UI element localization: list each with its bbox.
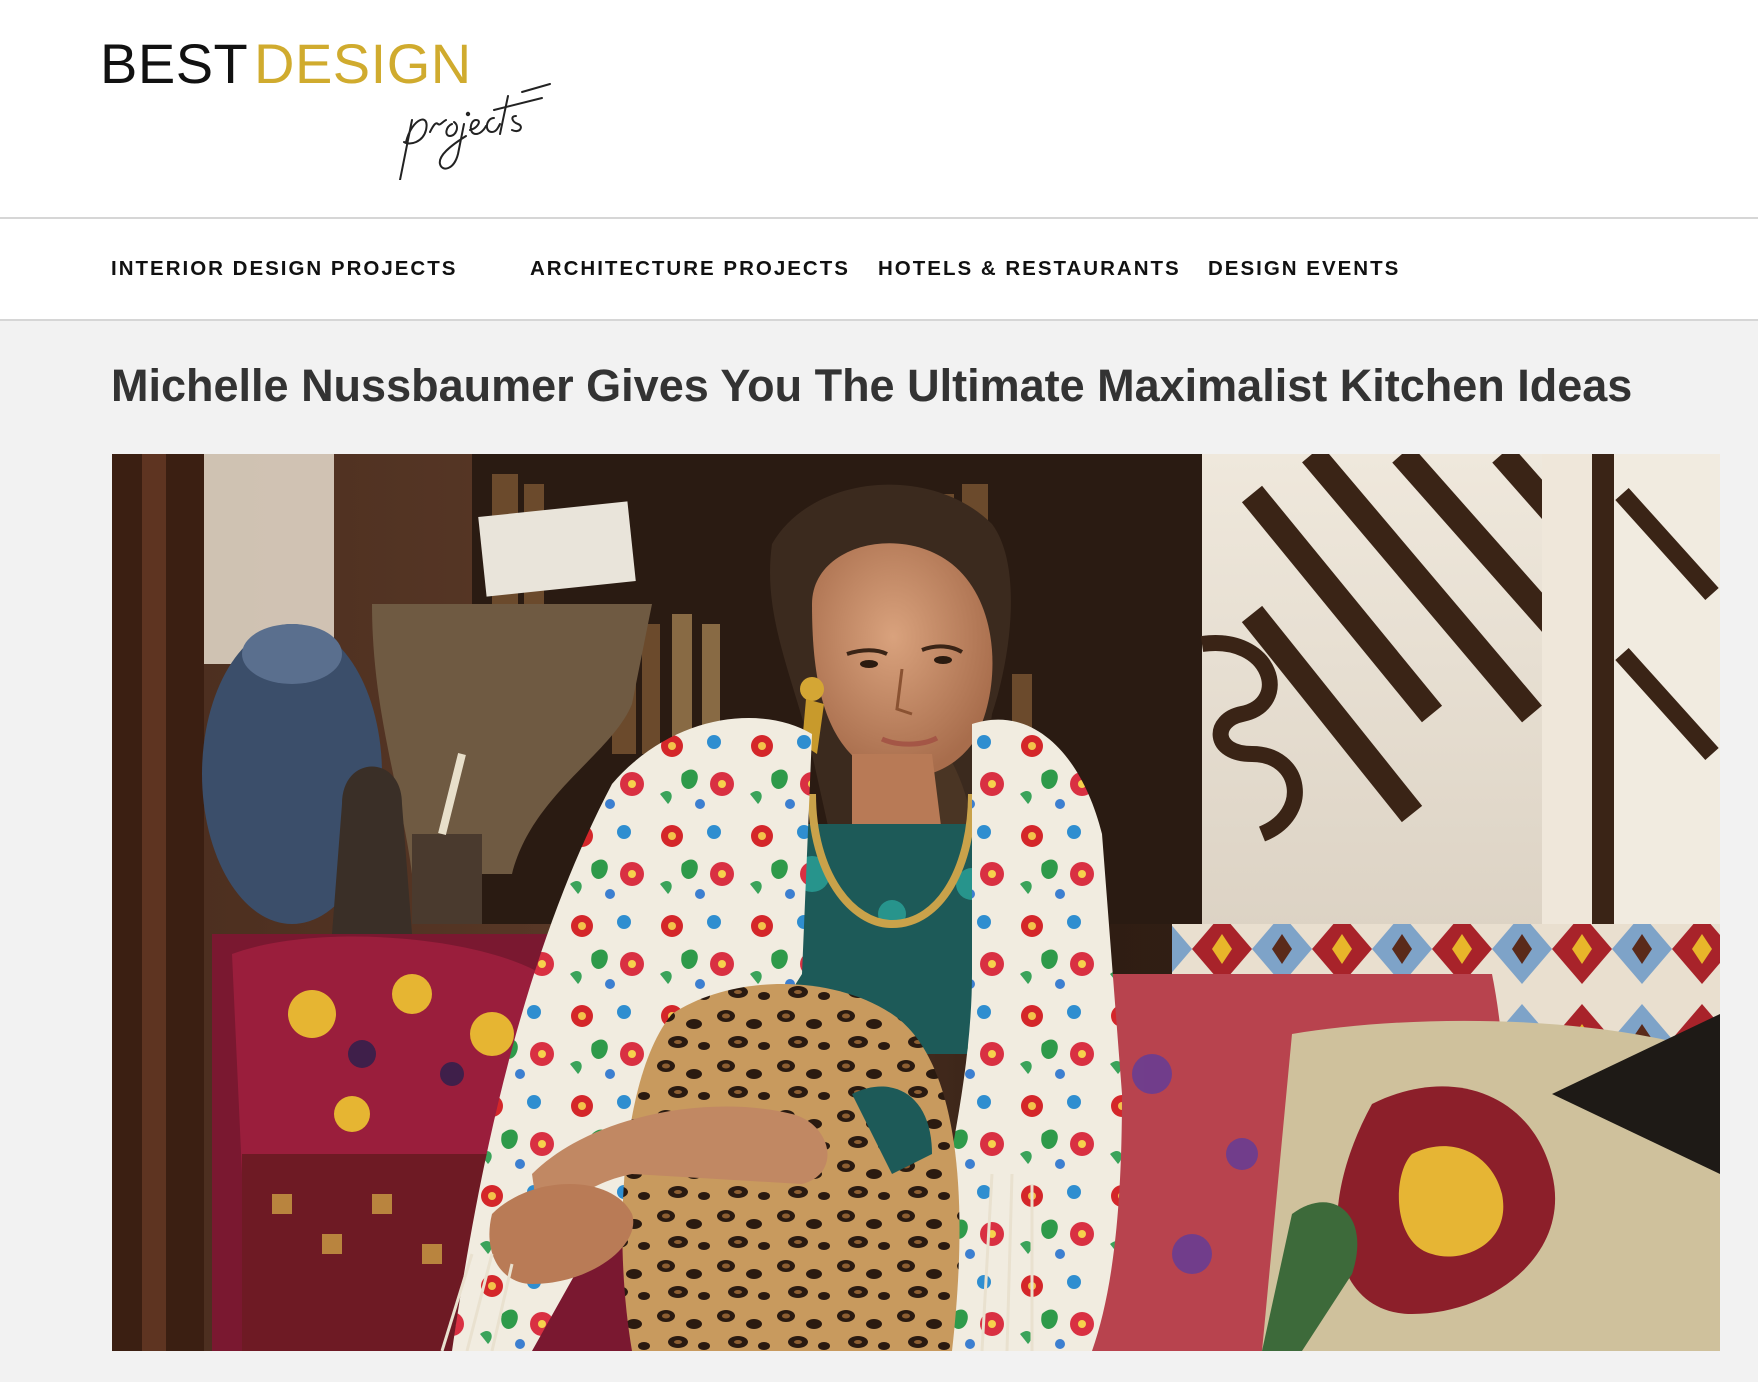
article-title: Michelle Nussbaumer Gives You The Ultima… bbox=[111, 360, 1633, 411]
nav-item-interior-design-projects[interactable]: INTERIOR DESIGN PROJECTS bbox=[111, 219, 457, 319]
nav-item-hotels-restaurants[interactable]: HOTELS & RESTAURANTS bbox=[878, 219, 1181, 319]
hero-photo-illustration bbox=[112, 454, 1720, 1351]
site-logo[interactable]: BEST DESIGN bbox=[100, 30, 560, 180]
hero-image bbox=[112, 454, 1720, 1351]
main-nav: INTERIOR DESIGN PROJECTS ARCHITECTURE PR… bbox=[0, 219, 1758, 321]
site-header: BEST DESIGN bbox=[0, 0, 1758, 219]
nav-item-architecture-projects[interactable]: ARCHITECTURE PROJECTS bbox=[530, 219, 850, 319]
logo-script-projects bbox=[390, 72, 560, 180]
logo-word-best: BEST bbox=[100, 32, 249, 95]
nav-item-design-events[interactable]: DESIGN EVENTS bbox=[1208, 219, 1400, 319]
